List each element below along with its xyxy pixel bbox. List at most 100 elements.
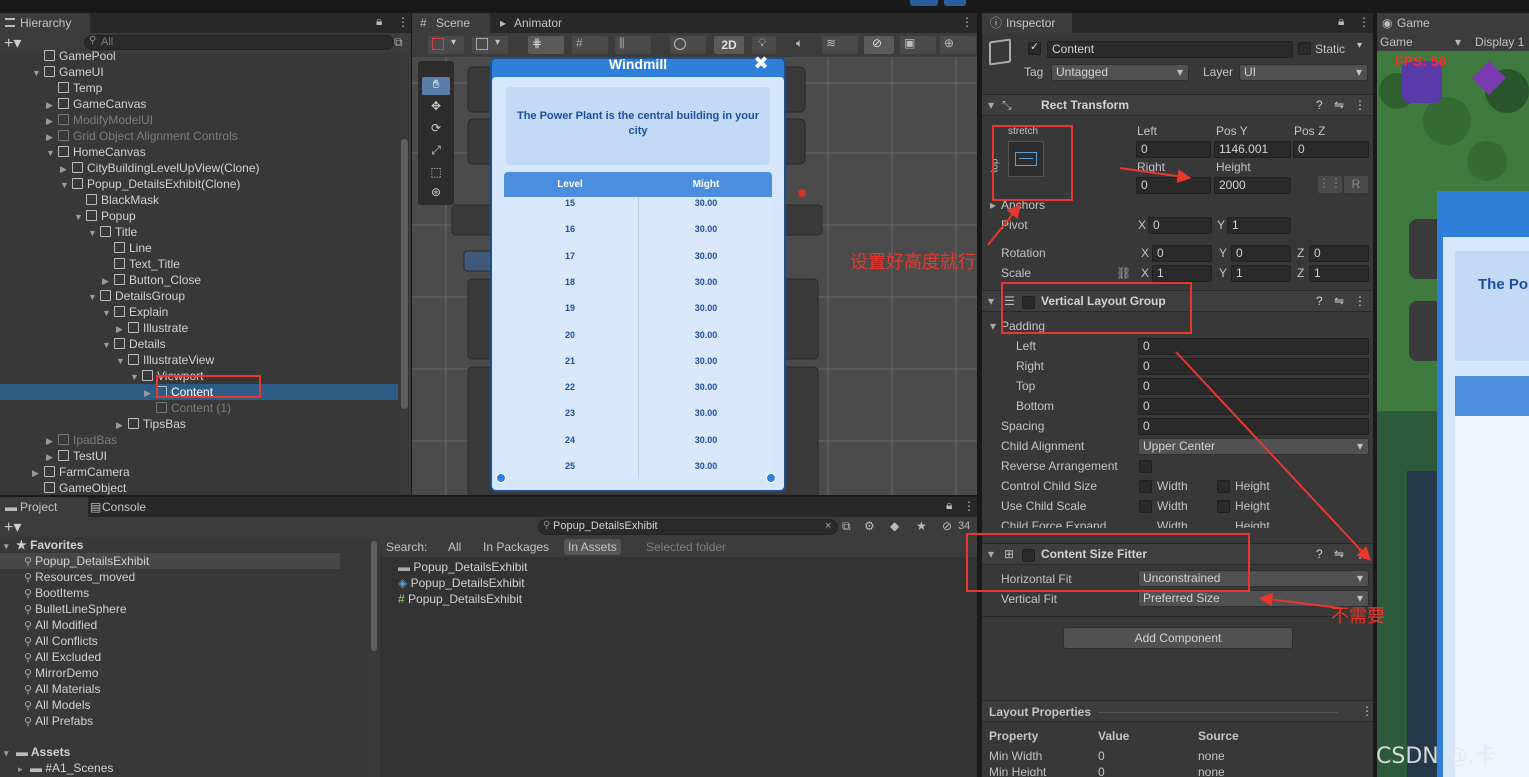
favorite-item[interactable]: ⚲ Popup_DetailsExhibit — [0, 553, 340, 569]
pivot-y-field[interactable]: 1 — [1227, 217, 1291, 234]
tab-animator[interactable]: ▸ Animator — [492, 13, 572, 33]
favorite-item[interactable]: ⚲ Resources_moved — [24, 569, 364, 585]
rotate-tool-icon[interactable]: ⟳ — [422, 121, 450, 139]
padding-bottom-field[interactable]: 0 — [1138, 398, 1369, 415]
hidden-packages-icon[interactable]: ⊘ — [942, 519, 952, 533]
tab-inspector[interactable]: ⓘ Inspector — [982, 13, 1072, 33]
collapse-arrow-icon[interactable]: ▶ — [46, 97, 58, 113]
collapse-arrow-icon[interactable]: ▶ — [46, 433, 58, 449]
control-width-checkbox[interactable] — [1139, 480, 1152, 493]
game-mode-label[interactable]: Game — [1380, 35, 1413, 49]
favorite-item[interactable]: ⚲ All Models — [24, 697, 364, 713]
spacing-field[interactable]: 0 — [1138, 418, 1369, 435]
favorites-header[interactable]: ▾ ★ Favorites — [4, 537, 83, 553]
hierarchy-item[interactable]: BlackMask — [0, 192, 398, 208]
rotation-z-field[interactable]: 0 — [1309, 245, 1369, 262]
kebab-menu-icon[interactable]: ⋮ — [963, 499, 975, 513]
expand-arrow-icon[interactable]: ▼ — [74, 209, 86, 225]
kebab-menu-icon[interactable]: ⋮ — [1354, 98, 1366, 112]
padding-right-field[interactable]: 0 — [1138, 358, 1369, 375]
render-mode-dropdown[interactable]: ▾ — [472, 36, 508, 54]
hierarchy-item[interactable]: Line — [0, 240, 398, 256]
transform-tool-icon[interactable]: ⊛ — [422, 185, 450, 203]
hierarchy-item[interactable]: Content (1) — [0, 400, 398, 416]
assets-header[interactable]: ▾ ▬ Assets — [4, 744, 70, 760]
gizmos-dropdown[interactable]: ⊕ — [940, 36, 976, 54]
collapse-arrow-icon[interactable]: ▶ — [60, 161, 72, 177]
control-height-checkbox[interactable] — [1217, 480, 1230, 493]
search-result-item[interactable]: # Popup_DetailsExhibit — [398, 591, 522, 607]
hierarchy-item[interactable]: ▼ Viewport — [0, 368, 398, 384]
scale-y-field[interactable]: 1 — [1231, 265, 1291, 282]
help-icon[interactable]: ? — [1316, 294, 1323, 308]
pos-z-field[interactable]: 0 — [1293, 141, 1369, 158]
favorite-star-icon[interactable]: ★ — [916, 519, 927, 533]
hierarchy-item[interactable]: Temp — [0, 80, 398, 96]
rotation-y-field[interactable]: 0 — [1231, 245, 1291, 262]
scale-height-checkbox[interactable] — [1217, 500, 1230, 513]
right-field[interactable]: 0 — [1136, 177, 1211, 194]
favorite-item[interactable]: ⚲ All Materials — [24, 681, 364, 697]
vlg-enabled-checkbox[interactable] — [1022, 296, 1035, 309]
pos-y-field[interactable]: 1146.001 — [1214, 141, 1291, 158]
fold-arrow-icon[interactable]: ▾ — [990, 318, 996, 335]
hierarchy-item[interactable]: ▶ Illustrate — [0, 320, 398, 336]
hierarchy-item[interactable]: ▼ IllustrateView — [0, 352, 398, 368]
increment-snap-toggle[interactable]: ⫼ — [615, 36, 651, 54]
hierarchy-item[interactable]: ▼ Popup_DetailsExhibit(Clone) — [0, 176, 398, 192]
hierarchy-item[interactable]: ▶ Grid Object Alignment Controls — [0, 128, 398, 144]
chevron-down-icon[interactable]: ▾ — [1455, 35, 1461, 49]
collapse-arrow-icon[interactable]: ▶ — [116, 417, 128, 433]
project-tree-scrollbar[interactable] — [369, 537, 379, 777]
fold-arrow-icon[interactable]: ▸ — [990, 197, 996, 214]
search-result-item[interactable]: ▬ Popup_DetailsExhibit — [398, 559, 527, 575]
lock-icon[interactable]: 🔒︎ — [1338, 14, 1344, 29]
toggle-2d-button[interactable]: 2D — [714, 36, 744, 54]
layout-properties-header[interactable]: Layout Properties ⋮ — [982, 700, 1373, 722]
collapse-arrow-icon[interactable]: ▶ — [46, 449, 58, 465]
collapse-arrow-icon[interactable]: ▶ — [102, 273, 114, 289]
hierarchy-item[interactable]: ▼ Explain — [0, 304, 398, 320]
hierarchy-item[interactable]: ▼ Details — [0, 336, 398, 352]
expand-arrow-icon[interactable]: ▼ — [102, 337, 114, 353]
move-tool-icon[interactable]: ✥ — [422, 99, 450, 117]
hierarchy-scrollbar[interactable] — [399, 53, 411, 495]
kebab-menu-icon[interactable]: ⋮ — [1354, 294, 1366, 308]
collapse-arrow-icon[interactable]: ▶ — [144, 385, 156, 401]
help-icon[interactable]: ? — [1316, 547, 1323, 561]
rect-transform-header[interactable]: ▾ ⤡ Rect Transform ? ⇋ ⋮ — [982, 94, 1373, 116]
lock-icon[interactable]: 🔒︎ — [376, 14, 382, 29]
expand-arrow-icon[interactable]: ▼ — [46, 145, 58, 161]
hierarchy-item[interactable]: ▶ TestUI — [0, 448, 398, 464]
blueprint-mode-button[interactable]: ⋮⋮ — [1318, 176, 1342, 193]
clear-search-icon[interactable]: × — [825, 520, 831, 532]
hierarchy-item[interactable]: GameObject — [0, 480, 398, 495]
expand-arrow-icon[interactable]: ▼ — [102, 305, 114, 321]
reverse-arrangement-checkbox[interactable] — [1139, 460, 1152, 473]
effects-dropdown[interactable]: ≋ — [822, 36, 858, 54]
anchors-label[interactable]: Anchors — [1001, 197, 1045, 214]
layer-dropdown[interactable]: UI — [1239, 64, 1368, 81]
pause-button[interactable] — [944, 0, 966, 6]
scene-viewport[interactable]: ✋︎ ✥ ⟳ ⤢ ⬚ ⊛ Windmill ✖ The Power Plant … — [412, 54, 977, 495]
collapse-arrow-icon[interactable]: ▶ — [32, 465, 44, 481]
hierarchy-item[interactable]: ▶ Content — [0, 384, 398, 400]
scene-visibility-toggle[interactable]: ⊘ — [864, 36, 894, 54]
presets-icon[interactable]: ⇋ — [1334, 294, 1344, 308]
presets-icon[interactable]: ⇋ — [1334, 98, 1344, 112]
hierarchy-item[interactable]: Text_Title — [0, 256, 398, 272]
display-dropdown[interactable]: Display 1 — [1475, 35, 1524, 49]
padding-top-field[interactable]: 0 — [1138, 378, 1369, 395]
grid-toggle[interactable]: # — [572, 36, 608, 54]
tab-project[interactable]: ▬ Project — [0, 497, 88, 517]
assets-child-folder[interactable]: ▸ ▬ #A1_Scenes — [18, 760, 113, 776]
rect-tool-icon[interactable]: ⬚ — [422, 165, 450, 183]
padding-label[interactable]: Padding — [1001, 318, 1045, 335]
tab-hierarchy[interactable]: Hierarchy — [0, 13, 90, 33]
hierarchy-item[interactable]: ▼ Title — [0, 224, 398, 240]
expand-arrow-icon[interactable]: ▼ — [116, 353, 128, 369]
raw-edit-button[interactable]: R — [1344, 176, 1368, 193]
scale-width-checkbox[interactable] — [1139, 500, 1152, 513]
tag-dropdown[interactable]: Untagged — [1051, 64, 1189, 81]
chevron-down-icon[interactable]: ▾ — [1357, 40, 1362, 51]
